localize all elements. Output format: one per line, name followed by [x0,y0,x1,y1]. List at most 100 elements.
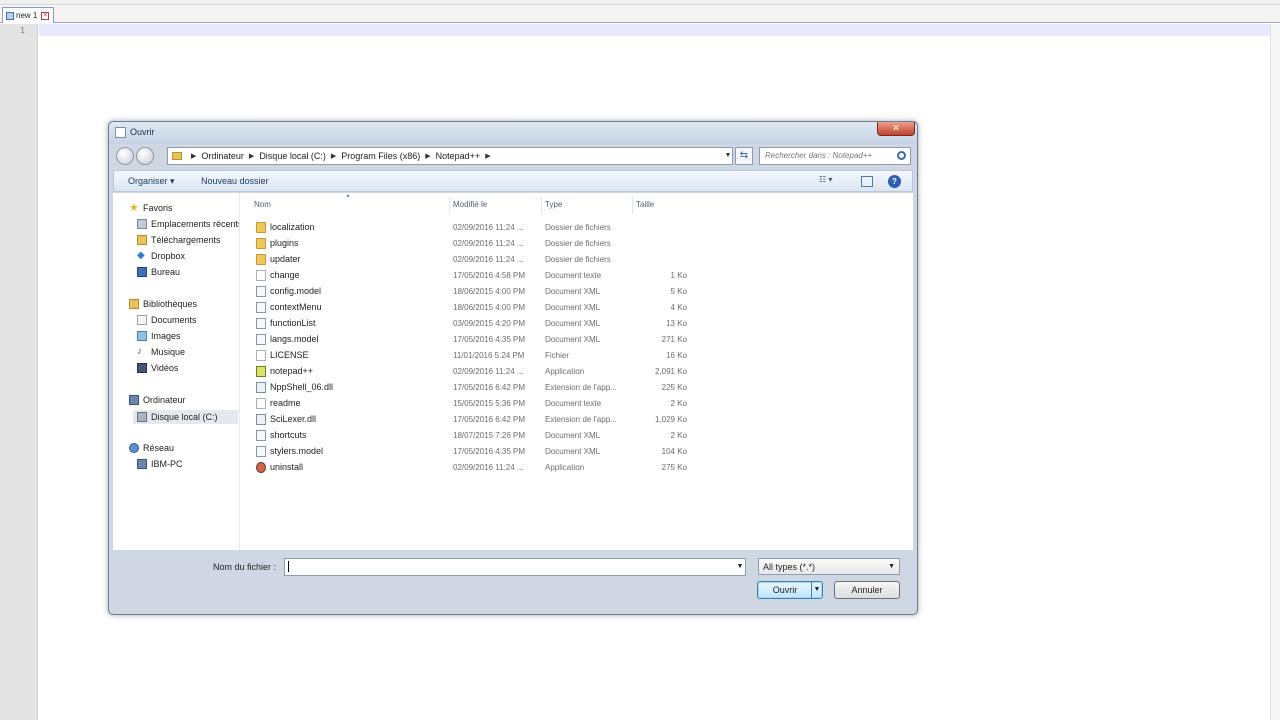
filename-label: Nom du fichier : [213,562,277,572]
open-options-dropdown-icon[interactable]: ▼ [811,582,822,598]
search-icon[interactable] [897,151,906,160]
file-row[interactable]: readme 15/05/2015 5:36 PM Document texte 2 … [240,395,700,411]
tab-close-icon[interactable]: × [41,11,50,20]
file-type: Extension de l'app... [545,383,617,392]
nav-local-disk[interactable]: Disque local (C:) [133,410,238,424]
filename-input[interactable] [284,558,746,576]
notepad-app-icon [256,366,266,377]
dialog-title: Ouvrir [130,127,155,137]
dialog-close-button[interactable]: ✕ [877,122,915,136]
file-row[interactable]: localization 02/09/2016 11:24 ... Dossier … [240,219,700,235]
text-file-icon [256,398,266,409]
new-folder-button[interactable]: Nouveau dossier [201,176,269,186]
editor-scrollbar[interactable] [1270,24,1280,720]
cancel-button[interactable]: Annuler [834,581,900,599]
breadcrumb-disque-local[interactable]: Disque local (C:) [259,151,326,161]
file-row[interactable]: langs.model 17/05/2016 4:35 PM Document XM… [240,331,700,347]
file-row[interactable]: SciLexer.dll 17/05/2016 6:42 PM Extension … [240,411,700,427]
file-row[interactable]: uninstall 02/09/2016 11:24 ... Application… [240,459,700,475]
preview-pane-icon[interactable] [861,176,873,187]
open-button[interactable]: Ouvrir ▼ [757,581,823,599]
nav-dropbox[interactable]: ◆ Dropbox [137,251,185,261]
file-name: shortcuts [270,430,307,440]
navigation-pane: ★ Favoris Emplacements récents Télécharg… [113,193,240,550]
nav-music[interactable]: ♪ Musique [137,347,185,357]
file-name: change [270,270,300,280]
folder-icon [256,222,266,233]
view-options-icon[interactable]: ☷ ▾ [819,175,845,188]
file-row[interactable]: config.model 18/06/2015 4:00 PM Document X… [240,283,700,299]
editor-tab-new1[interactable]: new 1 × [2,7,54,23]
file-row[interactable]: plugins 02/09/2016 11:24 ... Dossier de fi… [240,235,700,251]
computer-icon [129,395,139,405]
refresh-button[interactable]: ⇆ [735,147,753,165]
file-row[interactable]: notepad++ 02/09/2016 11:24 ... Application… [240,363,700,379]
organiser-button[interactable]: Organiser ▾ [128,176,175,187]
network-icon [129,443,139,453]
breadcrumb-ordinateur[interactable]: Ordinateur [201,151,244,161]
back-button[interactable] [116,147,134,165]
file-modified-date: 03/09/2015 4:20 PM [453,319,526,328]
xml-file-icon [256,334,266,345]
file-name: plugins [270,238,299,248]
file-modified-date: 17/05/2016 4:35 PM [453,335,526,344]
breadcrumb-program-files[interactable]: Program Files (x86) [341,151,420,161]
chevron-right-icon[interactable]: ▶ [485,152,490,160]
file-modified-date: 18/06/2015 4:00 PM [453,303,526,312]
chevron-right-icon[interactable]: ▶ [425,152,430,160]
nav-network[interactable]: Réseau [129,443,174,453]
filename-dropdown-icon[interactable]: ▼ [733,558,747,576]
address-dropdown-icon[interactable]: ▼ [721,147,735,165]
search-placeholder: Rechercher dans : Notepad++ [765,151,873,160]
file-row[interactable]: LICENSE 11/01/2016 5:24 PM Fichier 16 Ko [240,347,700,363]
file-type: Document texte [545,399,602,408]
chevron-right-icon[interactable]: ▶ [331,152,336,160]
nav-recent-places[interactable]: Emplacements récents [137,219,239,229]
xml-file-icon [256,302,266,313]
column-type[interactable]: Type [541,196,562,214]
drive-icon [137,412,147,422]
file-type: Dossier de fichiers [545,255,611,264]
file-row[interactable]: change 17/05/2016 4:58 PM Document texte 1 … [240,267,700,283]
file-type: Document XML [545,447,601,456]
nav-documents[interactable]: Documents [137,315,197,325]
chevron-right-icon[interactable]: ▶ [191,152,196,160]
file-row[interactable]: NppShell_06.dll 17/05/2016 6:42 PM Extensi… [240,379,700,395]
nav-favorites[interactable]: ★ Favoris [129,203,173,213]
nav-videos[interactable]: Vidéos [137,363,178,373]
text-file-icon [256,270,266,281]
line-number-gutter [0,24,38,720]
nav-downloads[interactable]: Téléchargements [137,235,221,245]
file-row[interactable]: functionList 03/09/2015 4:20 PM Document X… [240,315,700,331]
file-row[interactable]: contextMenu 18/06/2015 4:00 PM Document XM… [240,299,700,315]
dialog-titlebar[interactable]: Ouvrir ✕ [109,122,917,144]
file-size: 13 Ko [666,319,687,328]
search-input[interactable]: Rechercher dans : Notepad++ [759,147,911,165]
nav-libraries[interactable]: Bibliothèques [129,299,197,309]
file-row[interactable]: updater 02/09/2016 11:24 ... Dossier de fi… [240,251,700,267]
file-name: LICENSE [270,350,309,360]
nav-images[interactable]: Images [137,331,181,341]
nav-computer[interactable]: Ordinateur [129,395,186,405]
xml-file-icon [256,286,266,297]
column-name[interactable]: Nom [254,200,271,209]
uninstall-app-icon [256,462,266,473]
file-type: Document XML [545,287,601,296]
file-type-select[interactable]: All types (*.*) ▼ [758,558,900,575]
address-bar[interactable]: ▶ Ordinateur ▶ Disque local (C:) ▶ Program… [167,147,733,165]
breadcrumb-notepadpp[interactable]: Notepad++ [436,151,481,161]
file-row[interactable]: shortcuts 18/07/2015 7:26 PM Document XML 2… [240,427,700,443]
chevron-right-icon[interactable]: ▶ [249,152,254,160]
nav-desktop[interactable]: Bureau [137,267,180,277]
images-icon [137,331,147,341]
file-row[interactable]: stylers.model 17/05/2016 4:35 PM Document … [240,443,700,459]
address-row: ▶ Ordinateur ▶ Disque local (C:) ▶ Program… [109,144,917,168]
column-modified[interactable]: Modifié le [449,196,487,214]
forward-button[interactable] [136,147,154,165]
file-name: NppShell_06.dll [270,382,334,392]
editor-current-line[interactable] [39,24,1280,36]
nav-ibm-pc[interactable]: IBM-PC [137,459,183,469]
file-modified-date: 17/05/2016 4:58 PM [453,271,526,280]
column-size[interactable]: Taille [632,196,692,214]
help-icon[interactable]: ? [888,175,901,188]
